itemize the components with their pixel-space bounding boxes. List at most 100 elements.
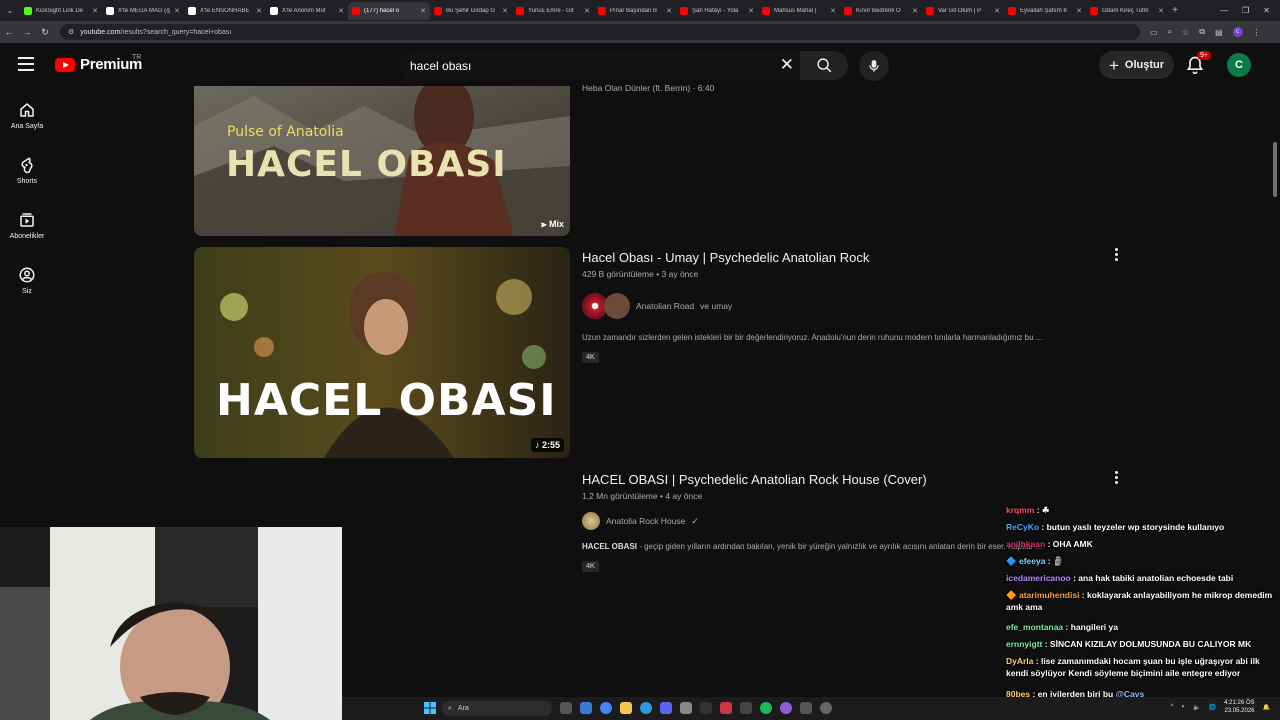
forward-icon[interactable]: → <box>18 27 36 37</box>
channel-avatar[interactable] <box>604 293 630 319</box>
browser-tab[interactable]: KickSight Link De ✕ <box>20 2 102 20</box>
close-tab-icon[interactable]: ✕ <box>174 7 180 15</box>
volume-icon[interactable]: 🔈 <box>1193 704 1200 711</box>
browser-tab[interactable]: Odam Kireç Tutm ✕ <box>1086 2 1168 20</box>
youtube-premium-logo[interactable]: Premium <box>55 56 142 73</box>
more-actions-icon[interactable] <box>1115 471 1119 486</box>
app-icon[interactable] <box>720 702 732 714</box>
windows-start-icon[interactable] <box>424 702 436 714</box>
app-icon[interactable] <box>800 702 812 714</box>
app-icon[interactable] <box>820 702 832 714</box>
chrome-profile-icon[interactable] <box>780 702 792 714</box>
tab-favicon-icon <box>844 6 852 15</box>
close-tab-icon[interactable]: ✕ <box>994 7 1000 15</box>
app-icon[interactable] <box>740 702 752 714</box>
tray-chevron-icon[interactable]: ^ <box>1171 704 1174 710</box>
close-tab-icon[interactable]: ✕ <box>1158 7 1164 15</box>
account-avatar[interactable]: C <box>1227 53 1251 77</box>
guide-menu-icon[interactable] <box>18 57 34 71</box>
tab-search-menu-icon[interactable]: ⌄ <box>0 0 20 21</box>
shorts-icon <box>21 157 33 174</box>
browser-menu-icon[interactable]: ⋮ <box>1253 28 1261 37</box>
app-icon[interactable] <box>700 702 712 714</box>
close-tab-icon[interactable]: ✕ <box>830 7 836 15</box>
close-tab-icon[interactable]: ✕ <box>1076 7 1082 15</box>
copilot-icon[interactable] <box>580 702 592 714</box>
browser-tab[interactable]: Var Git Ölüm | P ✕ <box>922 2 1004 20</box>
reload-icon[interactable]: ↻ <box>36 27 54 38</box>
file-explorer-icon[interactable] <box>620 702 632 714</box>
bookmark-star-icon[interactable]: ☆ <box>1182 28 1189 37</box>
close-window-icon[interactable]: ✕ <box>1263 6 1270 15</box>
video-thumbnail[interactable]: HACEL OBASI ♪ 2:55 <box>194 247 570 458</box>
cast-icon[interactable]: ▭ <box>1150 28 1158 37</box>
user-badge-icon: 🔷 <box>1006 556 1017 566</box>
browser-tab[interactable]: (177) hacel o ✕ <box>348 1 430 20</box>
browser-tab[interactable]: Eyvallah Şahım 8 ✕ <box>1004 2 1086 20</box>
close-tab-icon[interactable]: ✕ <box>338 7 344 15</box>
notification-center-icon[interactable]: 🔔 <box>1263 704 1270 711</box>
browser-tab[interactable]: Kırvır Bedrenk O ✕ <box>840 2 922 20</box>
zoom-icon[interactable]: ⌕ <box>1168 27 1172 37</box>
channel-avatar[interactable] <box>582 512 600 530</box>
discord-icon[interactable] <box>660 702 672 714</box>
mix-badge: ⫸ Mix <box>541 219 564 229</box>
browser-tab[interactable]: Yunus Emre - Git ✕ <box>512 2 594 20</box>
voice-search-button[interactable] <box>859 51 889 81</box>
close-tab-icon[interactable]: ✕ <box>748 7 754 15</box>
sidebar-item-shorts[interactable]: Shorts <box>0 156 54 185</box>
browser-tab[interactable]: Bu Şehir Girdap G ✕ <box>430 2 512 20</box>
mix-thumbnail[interactable]: Pulse of Anatolia HACEL OBASI ⫸ Mix <box>194 86 570 236</box>
sidebar-item-home[interactable]: Ana Sayfa <box>0 101 54 130</box>
channel-row[interactable]: Anatolia Rock House ✓ <box>582 512 699 530</box>
extensions-icon[interactable]: ⧉ <box>1199 27 1205 37</box>
close-tab-icon[interactable]: ✕ <box>502 7 508 15</box>
sidebar-item-subscriptions[interactable]: Abonelikler <box>0 211 54 240</box>
channel-name[interactable]: Anatolia Rock House <box>606 516 685 526</box>
browser-tab[interactable]: X'te Anonim Mut ✕ <box>266 2 348 20</box>
tab-title: KickSight Link De <box>36 7 84 14</box>
close-tab-icon[interactable]: ✕ <box>666 7 672 15</box>
more-actions-icon[interactable] <box>1115 248 1119 263</box>
channel-name[interactable]: Anatolian Road <box>636 301 694 311</box>
taskbar-search[interactable]: ⌕ Ara <box>442 701 552 716</box>
page-scrollbar[interactable] <box>1273 142 1277 197</box>
app-icon[interactable] <box>680 702 692 714</box>
edge-icon[interactable] <box>640 702 652 714</box>
search-query: hacel obası <box>410 58 472 73</box>
close-tab-icon[interactable]: ✕ <box>256 7 262 15</box>
close-tab-icon[interactable]: ✕ <box>420 7 426 15</box>
browser-tab[interactable]: Mahsus Mahal | ✕ <box>758 2 840 20</box>
chrome-icon[interactable] <box>600 702 612 714</box>
create-button[interactable]: + Oluştur <box>1099 51 1174 79</box>
browser-toolbar: ← → ↻ ⚙ youtube.com/results?search_query… <box>0 21 1280 43</box>
video-title[interactable]: Hacel Obası - Umay | Psychedelic Anatoli… <box>582 250 869 265</box>
clear-search-icon[interactable]: ✕ <box>780 55 794 75</box>
site-info-icon[interactable]: ⚙ <box>68 28 74 36</box>
minimize-icon[interactable]: — <box>1220 6 1228 15</box>
browser-tab[interactable]: Şah Hatâyî - Yola ✕ <box>676 2 758 20</box>
browser-tab[interactable]: X'te MEGA MAG (@ ✕ <box>102 2 184 20</box>
channel-row[interactable]: Anatolian Road ve umay <box>582 293 732 319</box>
system-clock[interactable]: 4:21:26 ÖS 23.05.2026 <box>1224 699 1254 715</box>
task-view-icon[interactable] <box>560 702 572 714</box>
restore-icon[interactable]: ❐ <box>1242 6 1249 15</box>
network-icon[interactable]: ◐ <box>1182 704 1186 710</box>
sidebar-panel-icon[interactable]: ▤ <box>1215 28 1223 37</box>
close-tab-icon[interactable]: ✕ <box>92 7 98 15</box>
address-bar[interactable]: ⚙ youtube.com/results?search_query=hacel… <box>60 24 1140 40</box>
close-tab-icon[interactable]: ✕ <box>584 7 590 15</box>
sidebar-item-you[interactable]: Siz <box>0 266 54 295</box>
browser-tab[interactable]: Pınar Başından B ✕ <box>594 2 676 20</box>
new-tab-button[interactable]: + <box>1168 5 1182 16</box>
spotify-icon[interactable] <box>760 702 772 714</box>
close-tab-icon[interactable]: ✕ <box>912 7 918 15</box>
browser-tab[interactable]: X'te ENSONHABE ✕ <box>184 2 266 20</box>
back-icon[interactable]: ← <box>0 27 18 37</box>
video-title[interactable]: HACEL OBASI | Psychedelic Anatolian Rock… <box>582 472 927 487</box>
language-indicator[interactable]: 🌐 <box>1209 704 1216 711</box>
channel-collab[interactable]: ve umay <box>700 301 732 311</box>
search-input[interactable]: hacel obası ✕ <box>400 51 800 80</box>
search-button[interactable] <box>800 51 848 80</box>
browser-profile-avatar[interactable]: c <box>1232 27 1243 37</box>
